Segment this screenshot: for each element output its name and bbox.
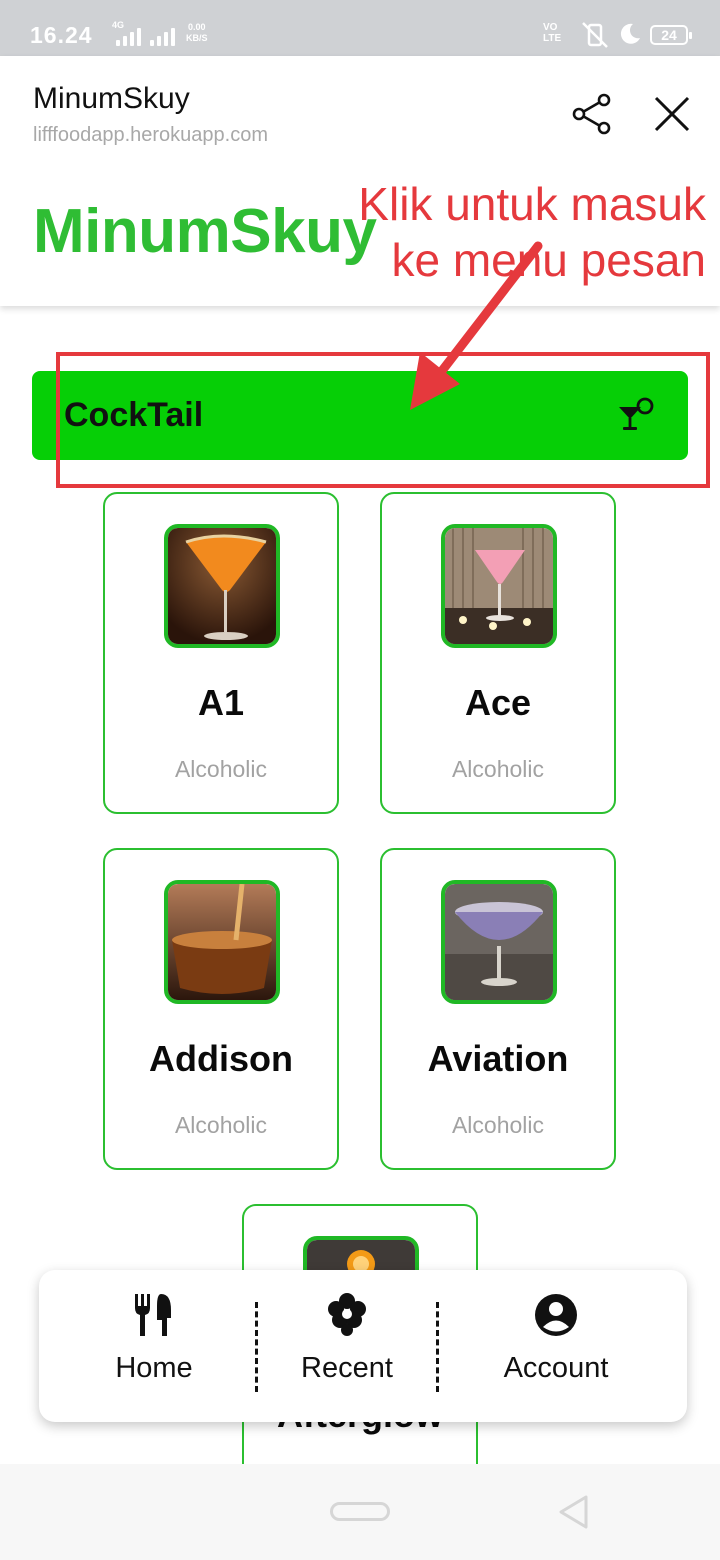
- nav-recent[interactable]: Recent: [277, 1270, 417, 1422]
- mute-vibrate-icon: [582, 22, 608, 48]
- drink-category: Alcoholic: [451, 756, 545, 782]
- system-nav-bar: [0, 1464, 720, 1560]
- signal-icon-2: [150, 24, 175, 46]
- drink-category: Alcoholic: [174, 756, 268, 782]
- drink-category: Alcoholic: [451, 1112, 545, 1138]
- drink-card[interactable]: Aviation Alcoholic: [380, 848, 616, 1170]
- site-url: lifffoodapp.herokuapp.com: [33, 124, 268, 146]
- bottom-nav: Home Recent Account: [39, 1270, 687, 1422]
- network-speed: 0.00 KB/S: [186, 22, 208, 43]
- annotation-line-2: ke menu pesan: [391, 234, 706, 286]
- battery-icon: 24: [650, 25, 692, 45]
- back-triangle-icon[interactable]: [556, 1494, 590, 1530]
- nav-divider: [255, 1302, 258, 1392]
- home-pill-icon[interactable]: [330, 1502, 390, 1521]
- nav-account[interactable]: Account: [483, 1270, 629, 1422]
- annotation-text: Klik untuk masuk ke menu pesan: [286, 176, 706, 288]
- nav-account-label: Account: [503, 1352, 609, 1384]
- drink-name: Aviation: [427, 1038, 569, 1079]
- nav-home[interactable]: Home: [85, 1270, 223, 1422]
- network-type: 4G: [112, 20, 125, 30]
- cloud-icon: [328, 1293, 366, 1336]
- drink-image: [164, 880, 280, 1004]
- drink-card[interactable]: Ace Alcoholic: [380, 492, 616, 814]
- drink-category: Alcoholic: [174, 1112, 268, 1138]
- annotation-line-1: Klik untuk masuk: [358, 178, 706, 230]
- nav-divider: [436, 1302, 439, 1392]
- drink-card[interactable]: A1 Alcoholic: [103, 492, 339, 814]
- close-icon[interactable]: [650, 92, 694, 136]
- volte-indicator: VO LTE: [543, 22, 562, 44]
- drink-image: [441, 524, 557, 648]
- drink-name: Ace: [464, 682, 532, 723]
- drink-image: [164, 524, 280, 648]
- fork-knife-icon: [135, 1294, 171, 1336]
- share-icon[interactable]: [569, 92, 613, 136]
- drink-card[interactable]: Addison Alcoholic: [103, 848, 339, 1170]
- drink-name: Addison: [149, 1038, 293, 1079]
- moon-icon: [620, 23, 640, 44]
- status-bar: 16.24 4G 0.00 KB/S VO LTE 24: [0, 0, 720, 56]
- nav-home-label: Home: [115, 1352, 193, 1384]
- drink-name: A1: [197, 682, 245, 723]
- account-circle-icon: [535, 1294, 577, 1336]
- status-time: 16.24: [30, 22, 93, 48]
- drink-image: [441, 880, 557, 1004]
- annotation-highlight-box: [56, 352, 710, 488]
- site-title: MinumSkuy: [33, 82, 190, 115]
- nav-recent-label: Recent: [301, 1352, 393, 1384]
